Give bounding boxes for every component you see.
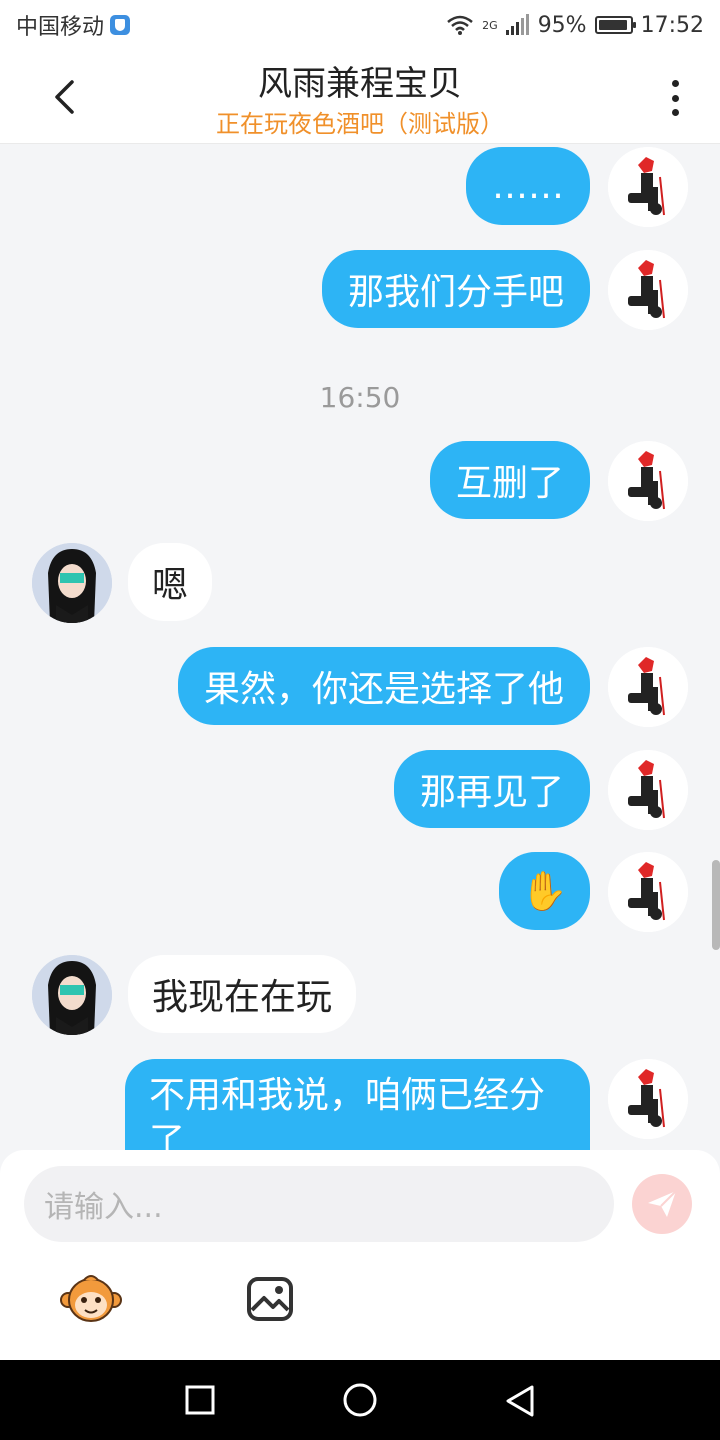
battery-icon bbox=[594, 16, 636, 34]
timestamp: 16:50 bbox=[319, 381, 401, 414]
contact-avatar[interactable] bbox=[32, 955, 112, 1035]
chat-title: 风雨兼程宝贝 bbox=[258, 64, 462, 104]
signal-icon bbox=[505, 14, 530, 36]
user-avatar-icon bbox=[608, 647, 688, 727]
carrier-name: 中国移动 bbox=[16, 15, 105, 40]
user-avatar-icon bbox=[608, 147, 688, 227]
my-avatar[interactable] bbox=[608, 852, 688, 932]
network-type: 2G bbox=[482, 18, 498, 32]
system-nav-bar bbox=[0, 1360, 720, 1440]
nav-home-button[interactable] bbox=[342, 1382, 382, 1417]
message-bubble-incoming[interactable]: 我现在在玩 bbox=[128, 955, 357, 1033]
message-bubble-outgoing[interactable]: ✋ bbox=[498, 852, 590, 930]
user-avatar-icon bbox=[608, 750, 688, 830]
my-avatar[interactable] bbox=[608, 1059, 688, 1139]
battery-percent: 95% bbox=[537, 12, 587, 38]
message-bubble-outgoing[interactable]: 那我们分手吧 bbox=[321, 250, 590, 328]
status-right: 2G 95% 17:52 bbox=[446, 13, 704, 38]
message-input[interactable]: 请输入... bbox=[24, 1166, 614, 1242]
more-options-button[interactable] bbox=[660, 78, 690, 118]
square-recent-icon bbox=[185, 1385, 215, 1415]
paper-plane-icon bbox=[648, 1190, 677, 1217]
my-avatar[interactable] bbox=[608, 441, 688, 521]
scrollbar-thumb[interactable] bbox=[712, 860, 720, 950]
nav-recent-button[interactable] bbox=[184, 1384, 224, 1418]
user-avatar-icon bbox=[608, 441, 688, 521]
battery-level bbox=[598, 20, 627, 30]
emoji-button[interactable] bbox=[60, 1272, 122, 1324]
my-avatar[interactable] bbox=[608, 250, 688, 330]
status-bar: 中国移动 2G 95% 17:52 bbox=[0, 0, 720, 50]
image-button[interactable] bbox=[246, 1276, 294, 1322]
clock: 17:52 bbox=[640, 12, 704, 38]
status-left: 中国移动 bbox=[16, 9, 131, 41]
user-avatar-icon bbox=[608, 1059, 688, 1139]
security-shield-icon bbox=[110, 15, 131, 35]
monkey-face-icon bbox=[60, 1275, 122, 1322]
message-bubble-outgoing[interactable]: …… bbox=[466, 147, 590, 225]
contact-avatar-icon bbox=[32, 543, 112, 623]
wifi-icon bbox=[446, 14, 474, 36]
more-dot-icon bbox=[671, 109, 679, 116]
my-avatar[interactable] bbox=[608, 750, 688, 830]
contact-avatar[interactable] bbox=[32, 543, 112, 623]
message-bubble-incoming[interactable]: 嗯 bbox=[128, 543, 213, 621]
message-bubble-outgoing[interactable]: 果然，你还是选择了他 bbox=[177, 647, 590, 725]
nav-back-button[interactable] bbox=[504, 1384, 544, 1418]
my-avatar[interactable] bbox=[608, 647, 688, 727]
triangle-back-icon bbox=[506, 1385, 534, 1417]
user-avatar-icon bbox=[608, 852, 688, 932]
contact-avatar-icon bbox=[32, 955, 112, 1035]
message-bubble-outgoing[interactable]: 不用和我说，咱俩已经分了 bbox=[125, 1059, 590, 1150]
chat-header: 风雨兼程宝贝 正在玩夜色酒吧（测试版） bbox=[0, 50, 720, 144]
composer: 请输入... bbox=[0, 1150, 720, 1360]
image-icon bbox=[247, 1277, 293, 1321]
message-bubble-outgoing[interactable]: 那再见了 bbox=[393, 750, 590, 828]
raised-hand-icon: ✋ bbox=[520, 868, 568, 913]
more-dot-icon bbox=[671, 80, 679, 87]
chat-subtitle: 正在玩夜色酒吧（测试版） bbox=[216, 110, 504, 138]
chat-messages[interactable]: …… 那我们分手吧 16:50 互删了 嗯 果然，你还是选择了他 那再见了 ✋ … bbox=[0, 145, 720, 1150]
more-dot-icon bbox=[671, 94, 679, 102]
user-avatar-icon bbox=[608, 250, 688, 330]
send-button[interactable] bbox=[632, 1174, 692, 1234]
message-bubble-outgoing[interactable]: 互删了 bbox=[429, 441, 590, 519]
circle-home-icon bbox=[343, 1383, 377, 1417]
my-avatar[interactable] bbox=[608, 147, 688, 227]
